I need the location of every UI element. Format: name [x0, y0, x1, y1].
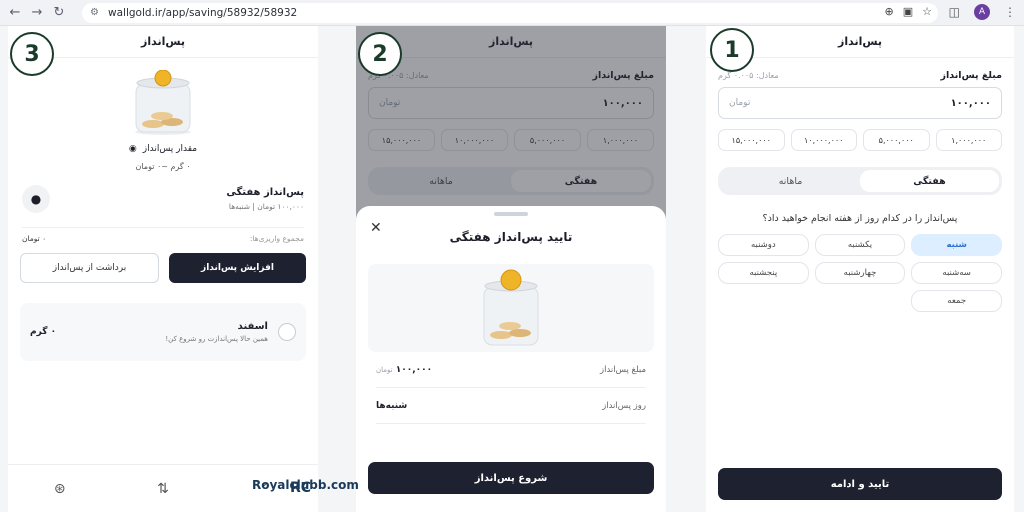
saving-amount-row: مقدار پس‌انداز ◉ — [8, 144, 318, 154]
amount-label: مبلغ پس‌انداز — [940, 70, 1002, 81]
preset-chip[interactable]: ۱,۰۰۰,۰۰۰ — [935, 129, 1002, 151]
amount-unit: تومان — [729, 98, 751, 108]
sheet-title: تایید پس‌انداز هفتگی — [449, 230, 573, 244]
month-subtitle: همین حالا پس‌اندازت رو شروع کن! — [165, 335, 268, 343]
confirm-day-value: شنبه‌ها — [376, 400, 408, 411]
frequency-tabs: هفتگی ماهانه — [718, 167, 1002, 195]
money-bag-icon: ● — [22, 185, 50, 213]
increase-saving-button[interactable]: افزایش پس‌انداز — [169, 253, 306, 283]
preset-chip[interactable]: ۱۵,۰۰۰,۰۰۰ — [718, 129, 785, 151]
profile-avatar[interactable]: A — [974, 4, 990, 20]
total-deposits-row: مجموع واریزی‌ها: ۰ تومان — [22, 227, 304, 243]
withdraw-saving-button[interactable]: برداشت از پس‌انداز — [20, 253, 159, 283]
address-bar[interactable]: ⚙ wallgold.ir/app/saving/58932/58932 ⊕ ▣… — [82, 3, 938, 23]
saving-amount-value: ۰ گرم ~۰ تومان — [135, 162, 191, 171]
confirm-amount-row: مبلغ پس‌انداز ۱۰۰,۰۰۰ تومان — [376, 352, 646, 388]
reload-icon[interactable]: ↻ — [48, 2, 70, 24]
page-title: پس‌انداز — [140, 35, 186, 48]
watermark-text: Royalclubb.com — [252, 478, 359, 492]
preset-amounts: ۱,۰۰۰,۰۰۰ ۵,۰۰۰,۰۰۰ ۱۰,۰۰۰,۰۰۰ ۱۵,۰۰۰,۰۰… — [718, 129, 1002, 151]
zoom-icon[interactable]: ⊕ — [885, 5, 894, 18]
confirm-bottom-sheet: تایید پس‌انداز هفتگی ✕ مبلغ پس‌انداز ۱۰۰… — [356, 206, 666, 512]
preset-chip[interactable]: ۱۰,۰۰۰,۰۰۰ — [790, 129, 857, 151]
back-icon[interactable]: ← — [4, 2, 26, 24]
site-info-icon[interactable]: ⚙ — [90, 7, 102, 19]
sheet-grip[interactable] — [494, 212, 528, 216]
day-selector: شنبه یکشنبه دوشنبه سه‌شنبه چهارشنبه پنجش… — [718, 234, 1002, 312]
eye-icon[interactable]: ◉ — [129, 144, 137, 154]
close-icon[interactable]: ✕ — [370, 220, 382, 236]
day-question: پس‌انداز را در کدام روز از هفته انجام خو… — [762, 213, 958, 224]
extensions-icon[interactable]: ◫ — [949, 5, 960, 19]
weekly-saving-info: پس‌انداز هفتگی ۱۰۰,۰۰۰ تومان | شنبه‌ها ● — [8, 185, 318, 213]
action-buttons: افزایش پس‌انداز برداشت از پس‌انداز — [20, 253, 306, 283]
confirm-day-row: روز پس‌انداز شنبه‌ها — [376, 388, 646, 424]
amount-value: ۱۰۰,۰۰۰ — [950, 97, 991, 109]
confirm-continue-button[interactable]: تایید و ادامه — [718, 468, 1002, 500]
cast-icon[interactable]: ▣ — [903, 5, 913, 18]
page-header: پس‌انداز → — [8, 26, 318, 58]
tab-weekly[interactable]: هفتگی — [860, 170, 999, 192]
amount-label-row: مبلغ پس‌انداز معادل: ۰.۰۰۵ گرم — [706, 70, 1014, 81]
month-name: اسفند — [237, 321, 268, 332]
weekly-saving-title: پس‌انداز هفتگی — [226, 187, 304, 198]
day-option-thursday[interactable]: پنجشنبه — [718, 262, 809, 284]
month-radio[interactable] — [278, 323, 296, 341]
confirm-amount-label: مبلغ پس‌انداز — [599, 364, 646, 375]
url-text: wallgold.ir/app/saving/58932/58932 — [108, 7, 298, 19]
confirm-amount-value: ۱۰۰,۰۰۰ — [395, 364, 433, 375]
step-3-badge: 3 — [10, 32, 54, 76]
gold-jar-image — [368, 264, 654, 352]
gold-jar-image — [8, 70, 318, 136]
menu-icon[interactable]: ⋮ — [1004, 5, 1016, 19]
month-gold-value: ۰ گرم — [30, 327, 57, 337]
day-option-monday[interactable]: دوشنبه — [718, 234, 809, 256]
tab-monthly[interactable]: ماهانه — [721, 170, 860, 192]
weekly-saving-subtitle: ۱۰۰,۰۰۰ تومان | شنبه‌ها — [228, 202, 304, 211]
day-option-saturday[interactable]: شنبه — [911, 234, 1002, 256]
total-deposits-value: ۰ تومان — [22, 234, 47, 243]
total-deposits-label: مجموع واریزی‌ها: — [249, 234, 304, 243]
browser-toolbar: ← → ↻ ⚙ wallgold.ir/app/saving/58932/589… — [0, 0, 1024, 26]
amount-input[interactable]: ۱۰۰,۰۰۰ تومان — [718, 87, 1002, 119]
saving-amount-label: مقدار پس‌انداز — [142, 144, 198, 154]
forward-icon[interactable]: → — [26, 2, 48, 24]
day-option-wednesday[interactable]: چهارشنبه — [814, 262, 906, 284]
day-option-sunday[interactable]: یکشنبه — [814, 234, 906, 256]
panel-setup: پس‌انداز → مبلغ پس‌انداز معادل: ۰.۰۰۵ گر… — [706, 26, 1014, 512]
step-1-badge: 1 — [710, 28, 754, 72]
day-option-tuesday[interactable]: سه‌شنبه — [911, 262, 1002, 284]
step-2-badge: 2 — [358, 32, 402, 76]
equivalent-gold: معادل: ۰.۰۰۵ گرم — [718, 71, 779, 80]
panel-saving-dashboard: پس‌انداز → مقدار پس‌انداز ◉ ۰ گرم ~۰ توم… — [8, 26, 318, 512]
page-title: پس‌انداز — [837, 35, 883, 48]
panel-confirm-sheet: پس‌انداز → مبلغ پس‌انداز معادل: ۰.۰۰۵ گر… — [356, 26, 666, 512]
confirm-amount-unit: تومان — [376, 365, 393, 374]
preset-chip[interactable]: ۵,۰۰۰,۰۰۰ — [863, 129, 930, 151]
grid-menu-icon[interactable]: ⊛ — [54, 481, 66, 497]
bookmark-star-icon[interactable]: ☆ — [922, 5, 932, 18]
day-option-friday[interactable]: جمعه — [911, 290, 1002, 312]
start-saving-button[interactable]: شروع پس‌انداز — [368, 462, 654, 494]
transfer-icon[interactable]: ⇅ — [157, 481, 169, 497]
month-card[interactable]: اسفند همین حالا پس‌اندازت رو شروع کن! ۰ … — [20, 303, 306, 361]
confirm-day-label: روز پس‌انداز — [602, 400, 646, 411]
